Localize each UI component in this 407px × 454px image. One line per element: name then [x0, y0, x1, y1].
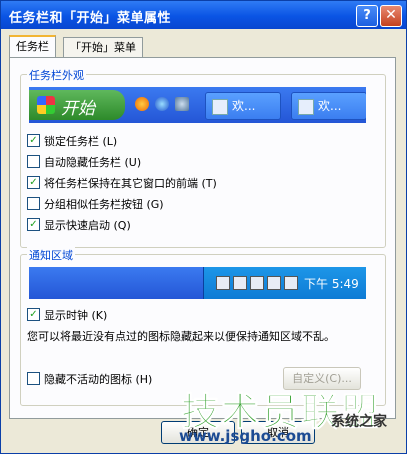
- taskbar-item-label: 欢...: [232, 99, 256, 113]
- start-label: 开始: [61, 99, 95, 119]
- window-title: 任务栏和「开始」菜单属性: [9, 11, 172, 26]
- checkbox-label[interactable]: 将任务栏保持在其它窗口的前端 (T): [44, 175, 217, 191]
- keyboard-icon: [250, 276, 264, 290]
- windows-logo-icon: [37, 96, 55, 114]
- media-player-icon: [135, 97, 149, 111]
- watermark-tag: 系统之家: [331, 414, 387, 430]
- checkbox-label[interactable]: 显示时钟 (K): [44, 307, 107, 323]
- help-button[interactable]: ?: [356, 5, 378, 27]
- checkbox-box[interactable]: [27, 372, 40, 385]
- checkbox-label[interactable]: 自动隐藏任务栏 (U): [44, 154, 141, 170]
- watermark: 技术员联盟 系统之家 www.jsgho.com: [171, 381, 406, 453]
- desktop-icon: [175, 97, 189, 111]
- checkbox-box[interactable]: ✓: [27, 134, 40, 147]
- checkbox-box[interactable]: [27, 197, 40, 210]
- taskbar-item: 欢...: [205, 92, 281, 120]
- checkbox-box[interactable]: ✓: [27, 176, 40, 189]
- checkbox-label[interactable]: 显示快速启动 (Q): [44, 217, 131, 233]
- notification-legend: 通知区域: [27, 247, 75, 263]
- checkbox-box[interactable]: ✓: [27, 218, 40, 231]
- tab-start-menu[interactable]: 「开始」菜单: [63, 37, 143, 58]
- notification-tray: 下午 5:49: [203, 267, 366, 299]
- taskbar-item-label: 欢...: [318, 99, 342, 113]
- checkbox-box[interactable]: [27, 155, 40, 168]
- network-icon: [216, 276, 230, 290]
- checkbox-label[interactable]: 锁定任务栏 (L): [44, 133, 117, 149]
- checkbox-label[interactable]: 分组相似任务栏按钮 (G): [44, 196, 164, 212]
- taskbar-appearance-group: 任务栏外观 开始 欢... 欢... ✓ 锁定任务栏 (L) 自动隐藏任务栏 (…: [20, 67, 386, 248]
- properties-dialog: 任务栏和「开始」菜单属性 ? ✕ 任务栏 「开始」菜单 任务栏外观 开始 欢..…: [0, 0, 407, 454]
- close-button[interactable]: ✕: [380, 5, 402, 27]
- security-icon: [267, 276, 281, 290]
- checkbox-box[interactable]: ✓: [27, 308, 40, 321]
- monitor-icon: [233, 276, 247, 290]
- ie-icon: [155, 97, 169, 111]
- window-icon: [212, 98, 228, 115]
- tab-taskbar[interactable]: 任务栏: [9, 35, 56, 59]
- tray-preview: 下午 5:49: [29, 267, 366, 299]
- tray-clock: 下午 5:49: [304, 277, 359, 291]
- taskbar-preview: 开始 欢... 欢...: [29, 87, 366, 123]
- tab-panel: 任务栏外观 开始 欢... 欢... ✓ 锁定任务栏 (L) 自动隐藏任务栏 (…: [9, 57, 396, 419]
- taskbar-item: 欢...: [291, 92, 366, 120]
- watermark-site: www.jsgho.com: [179, 427, 312, 445]
- title-bar[interactable]: 任务栏和「开始」菜单属性 ? ✕: [1, 1, 406, 29]
- notification-description: 您可以将最近没有点过的图标隐藏起来以便保持通知区域不乱。: [27, 330, 335, 343]
- window-icon: [298, 98, 314, 115]
- appearance-legend: 任务栏外观: [27, 67, 86, 83]
- volume-icon: [284, 276, 298, 290]
- start-button-preview: 开始: [29, 90, 125, 120]
- checkbox-label[interactable]: 隐藏不活动的图标 (H): [44, 371, 152, 387]
